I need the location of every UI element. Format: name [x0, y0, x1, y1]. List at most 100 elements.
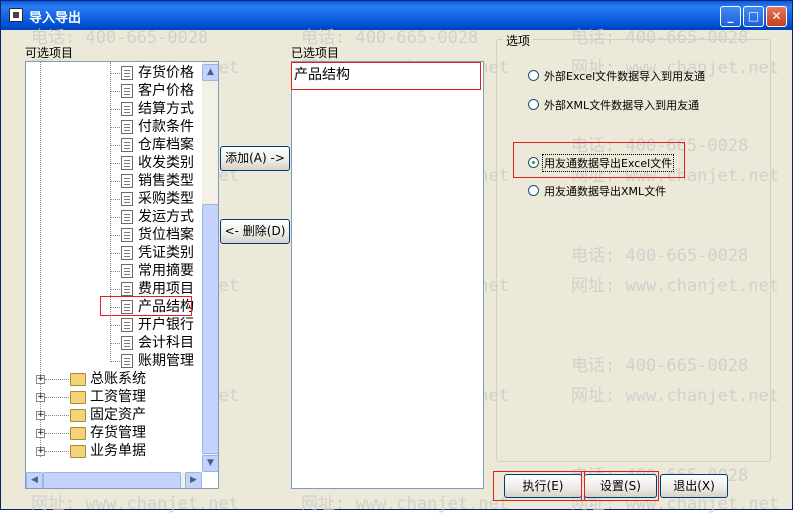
exit-button[interactable]: 退出(X)	[660, 474, 728, 498]
execute-highlight	[493, 471, 585, 501]
options-label: 选项	[503, 32, 534, 49]
tree-line	[110, 181, 120, 182]
radio-excel-export[interactable]	[528, 157, 539, 168]
folder-icon	[70, 445, 86, 458]
selected-items-list[interactable]: 产品结构	[291, 61, 484, 489]
tree-line	[110, 127, 120, 128]
document-icon	[121, 228, 133, 242]
folder-icon	[70, 373, 86, 386]
tree-item-label: 货位档案	[138, 227, 194, 243]
tree-item-label: 仓库档案	[138, 137, 194, 153]
tree-line	[45, 433, 69, 434]
tree-line	[110, 343, 120, 344]
tree-folder-label: 总账系统	[90, 371, 146, 387]
tree-item-label: 收发类别	[138, 155, 194, 171]
tree-line	[110, 361, 120, 362]
tree-item-label: 会计科目	[138, 335, 194, 351]
scroll-thumb[interactable]	[202, 204, 218, 454]
tree-line	[110, 62, 111, 362]
document-icon	[121, 102, 133, 116]
tree-item-label: 付款条件	[138, 119, 194, 135]
tree-line	[110, 217, 120, 218]
document-icon	[121, 282, 133, 296]
radio-excel-export-label[interactable]: 用友通数据导出Excel文件	[542, 154, 675, 172]
tree-item-label: 客户价格	[138, 83, 194, 99]
radio-excel-import[interactable]	[528, 70, 539, 81]
tree-line	[45, 451, 69, 452]
tree-line	[110, 109, 120, 110]
scroll-thumb[interactable]	[43, 472, 181, 488]
tree-line	[110, 163, 120, 164]
tree-line	[110, 235, 120, 236]
tree-item-label: 存货价格	[138, 65, 194, 81]
document-icon	[121, 156, 133, 170]
tree-item-label: 开户银行	[138, 317, 194, 333]
tree-line	[110, 199, 120, 200]
scroll-right-button[interactable]: ▶	[185, 472, 202, 488]
tree-line	[110, 73, 120, 74]
document-icon	[121, 174, 133, 188]
folder-icon	[70, 409, 86, 422]
import-export-window: 导入导出 _ □ ✕ 电话: 400-665-0028 电话: 400-665-…	[0, 0, 793, 514]
tree-line	[45, 379, 69, 380]
available-items-tree[interactable]: 存货价格 客户价格 结算方式 付款条件 仓库档案 收发类别 销售类型 采购类型 发运方式 货位档案…	[25, 61, 219, 489]
tree-folder-label: 工资管理	[90, 389, 146, 405]
tree-folder-label: 业务单据	[90, 443, 146, 459]
tree-item-label: 账期管理	[138, 353, 194, 369]
document-icon	[121, 336, 133, 350]
expand-icon[interactable]: +	[36, 375, 45, 384]
tree-folder-label: 存货管理	[90, 425, 146, 441]
scroll-left-button[interactable]: ◀	[26, 472, 43, 488]
document-icon	[121, 84, 133, 98]
tree-line	[110, 271, 120, 272]
folder-icon	[70, 391, 86, 404]
tree-line	[45, 397, 69, 398]
tree-line	[110, 325, 120, 326]
tree-line	[110, 91, 120, 92]
selected-items-label: 已选项目	[291, 46, 340, 60]
document-icon	[121, 66, 133, 80]
tree-item-label: 常用摘要	[138, 263, 194, 279]
expand-icon[interactable]: +	[36, 429, 45, 438]
radio-xml-import-label[interactable]: 外部XML文件数据导入到用友通	[544, 97, 699, 113]
document-icon	[121, 120, 133, 134]
document-icon	[121, 138, 133, 152]
add-button[interactable]: 添加(A) ->	[220, 146, 290, 171]
document-icon	[121, 210, 133, 224]
selected-item-highlight	[100, 296, 192, 316]
tree-item-label: 销售类型	[138, 173, 194, 189]
tree-item-label: 结算方式	[138, 101, 194, 117]
radio-xml-export[interactable]	[528, 185, 539, 196]
folder-icon	[70, 427, 86, 440]
remove-button[interactable]: <- 删除(D)	[220, 219, 290, 244]
close-button[interactable]: ✕	[766, 6, 787, 27]
available-items-label: 可选项目	[25, 46, 74, 60]
tree-horizontal-scrollbar[interactable]: ◀ ▶	[26, 472, 202, 488]
tree-folder-label: 固定资产	[90, 407, 146, 423]
radio-excel-import-label[interactable]: 外部Excel文件数据导入到用友通	[544, 68, 705, 84]
tree-line	[110, 253, 120, 254]
document-icon	[121, 264, 133, 278]
tree-line	[45, 415, 69, 416]
settings-highlight	[581, 471, 659, 501]
selected-list-highlight	[291, 62, 481, 90]
expand-icon[interactable]: +	[36, 447, 45, 456]
document-icon	[121, 318, 133, 332]
tree-line	[110, 145, 120, 146]
radio-xml-export-label[interactable]: 用友通数据导出XML文件	[544, 183, 666, 199]
tree-vertical-scrollbar[interactable]: ▲ ▼	[202, 62, 218, 472]
watermark-site: 网址: www.chanjet.net	[301, 494, 509, 514]
document-icon	[121, 354, 133, 368]
app-icon	[9, 8, 23, 22]
tree-item-label: 采购类型	[138, 191, 194, 207]
radio-xml-import[interactable]	[528, 99, 539, 110]
watermark-site: 网址: www.chanjet.net	[31, 494, 239, 514]
tree-item-label: 凭证类别	[138, 245, 194, 261]
scroll-up-button[interactable]: ▲	[202, 64, 218, 81]
scroll-down-button[interactable]: ▼	[202, 455, 218, 472]
tree-line	[110, 289, 120, 290]
document-icon	[121, 246, 133, 260]
expand-icon[interactable]: +	[36, 411, 45, 420]
expand-icon[interactable]: +	[36, 393, 45, 402]
document-icon	[121, 192, 133, 206]
